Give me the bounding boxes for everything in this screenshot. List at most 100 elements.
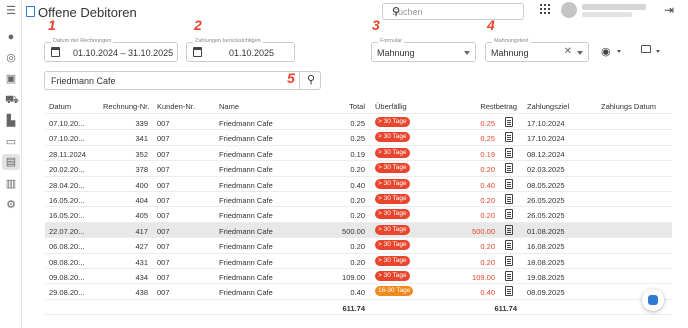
chart-icon[interactable]: ▥ xyxy=(5,178,17,190)
header-payment-date[interactable]: Zahlungs Datum xyxy=(601,102,656,111)
cell-date: 28.04.20... xyxy=(49,180,85,190)
table-row[interactable]: 07.10.20... 339 007 Friedmann Cafe 0.25 > 30 … xyxy=(45,115,672,131)
overdue-badge: > 30 Tage xyxy=(375,178,410,189)
factory-icon[interactable]: ▙ xyxy=(5,115,17,127)
menu-icon[interactable]: ☰ xyxy=(5,5,17,17)
chevron-down-icon[interactable] xyxy=(656,50,660,53)
reminder-text-select[interactable]: Mahnungstext Mahnung ✕ xyxy=(485,38,589,62)
logout-icon[interactable]: ⇥ xyxy=(664,3,674,17)
settings-icon[interactable]: ⚙ xyxy=(5,199,17,211)
overdue-badge: > 30 Tage xyxy=(375,163,410,174)
customer-filter-input[interactable]: Friedmann Cafe ⚲ xyxy=(44,71,321,90)
overdue-badge: > 30 Tage xyxy=(375,240,410,251)
table-row[interactable]: 09.08.20... 434 007 Friedmann Cafe 109.00 > 3… xyxy=(45,269,672,285)
cell-name: Friedmann Cafe xyxy=(219,242,273,252)
form-select-label: Formular xyxy=(378,38,405,44)
form-select-value: Mahnung xyxy=(377,48,415,58)
date-range-field[interactable]: Datum der Rechnungen 01.10.2024 – 31.10.… xyxy=(44,38,178,62)
table-row[interactable]: 20.02.20... 378 007 Friedmann Cafe 0.20 > 30 … xyxy=(45,161,672,177)
table-row[interactable]: 22.07.20... 417 007 Friedmann Cafe 500.00 > 3… xyxy=(45,222,672,239)
overdue-badge: > 30 Tage xyxy=(375,194,410,204)
header-invoice-no[interactable]: Rechnung-Nr. xyxy=(103,102,149,111)
document-icon[interactable] xyxy=(505,132,513,143)
search-icon[interactable]: ⚲ xyxy=(392,5,516,18)
cell-date: 20.02.20... xyxy=(49,165,85,175)
table-row[interactable]: 28.11.2024 352 007 Friedmann Cafe 0.19 > 30 T… xyxy=(45,146,672,162)
reminder-text-label: Mahnungstext xyxy=(492,38,531,44)
cell-invoice-no: 431 xyxy=(135,257,148,267)
chat-bot-button[interactable] xyxy=(642,289,664,311)
cell-customer-no: 007 xyxy=(157,257,170,267)
chevron-down-icon[interactable] xyxy=(577,51,583,55)
cell-total: 109.00 xyxy=(342,273,365,282)
table-row[interactable]: 29.08.20... 438 007 Friedmann Cafe 0.40 16-30… xyxy=(45,284,672,300)
document-icon[interactable] xyxy=(505,194,513,204)
header-total[interactable]: Total xyxy=(305,102,365,111)
document-icon[interactable] xyxy=(505,255,513,266)
cell-date: 08.08.20... xyxy=(49,257,85,267)
table-row[interactable]: 16.05.20... 404 007 Friedmann Cafe 0.20 > 30 … xyxy=(45,192,672,208)
document-icon[interactable] xyxy=(505,240,513,251)
clipboard-icon[interactable]: ▤ xyxy=(2,154,20,170)
cell-customer-no: 007 xyxy=(157,165,170,175)
apps-grid-icon[interactable] xyxy=(540,4,551,15)
document-icon[interactable] xyxy=(505,209,513,220)
document-icon[interactable] xyxy=(505,224,513,235)
face-scan-icon[interactable]: ◎ xyxy=(5,52,17,64)
briefcase-icon[interactable]: ▣ xyxy=(5,73,17,85)
document-icon[interactable] xyxy=(505,271,513,281)
cart-icon[interactable]: ⛟ xyxy=(5,94,19,106)
table-row[interactable]: 28.04.20... 400 007 Friedmann Cafe 0.40 > 30 … xyxy=(45,177,672,192)
cell-rest: 109.00 xyxy=(472,273,495,282)
clear-icon[interactable]: ✕ xyxy=(564,46,572,57)
header-rest[interactable]: Restbetrag xyxy=(445,102,517,111)
document-icon[interactable] xyxy=(505,163,513,174)
document-icon[interactable] xyxy=(505,286,513,297)
cell-invoice-no: 405 xyxy=(135,211,148,221)
money-icon[interactable]: ▭ xyxy=(5,136,17,148)
chevron-down-icon[interactable] xyxy=(617,50,621,53)
cell-rest: 500.00 xyxy=(472,226,495,236)
header-overdue[interactable]: Überfällig xyxy=(375,102,407,111)
calendar-icon[interactable] xyxy=(193,47,202,57)
payments-date-field[interactable]: Zahlungen berücksichtigen 01.10.2025 xyxy=(186,38,295,62)
header-due-date[interactable]: Zahlungsziel xyxy=(527,102,569,111)
table-row[interactable]: 08.08.20... 431 007 Friedmann Cafe 0.20 > 30 … xyxy=(45,254,672,269)
user-icon[interactable]: ● xyxy=(5,31,17,43)
global-search[interactable]: Suchen ⚲ xyxy=(382,3,524,20)
table-row[interactable]: 07.10.20... 341 007 Friedmann Cafe 0.25 > 30 … xyxy=(45,130,672,146)
document-icon[interactable] xyxy=(505,178,513,189)
cell-total: 0.20 xyxy=(350,165,365,175)
overdue-badge: > 30 Tage xyxy=(375,209,410,220)
cell-customer-no: 007 xyxy=(157,211,170,221)
annotation-4: 4 xyxy=(487,17,495,33)
cell-rest: 0.25 xyxy=(480,119,495,128)
header-datum[interactable]: Datum xyxy=(49,102,71,111)
sidebar: ☰ ● ◎ ▣ ⛟ ▙ ▭ ▤ ▥ ⚙ xyxy=(0,0,22,328)
table-row[interactable]: 16.05.20... 405 007 Friedmann Cafe 0.20 > 30 … xyxy=(45,207,672,223)
avatar[interactable] xyxy=(561,2,577,18)
calendar-icon[interactable] xyxy=(51,47,60,57)
cell-customer-no: 007 xyxy=(157,149,170,159)
document-icon[interactable] xyxy=(505,147,513,158)
header-name[interactable]: Name xyxy=(219,102,239,111)
cell-rest: 0.40 xyxy=(480,288,495,298)
document-icon[interactable] xyxy=(505,117,513,127)
cell-rest: 0.20 xyxy=(480,257,495,267)
cell-invoice-no: 378 xyxy=(135,165,148,175)
cell-total: 0.20 xyxy=(350,196,365,205)
date-range-value: 01.10.2024 – 31.10.2025 xyxy=(73,48,174,58)
chevron-down-icon[interactable] xyxy=(464,51,470,55)
cell-rest: 0.20 xyxy=(480,211,495,221)
table-row[interactable]: 06.08.20... 427 007 Friedmann Cafe 0.20 > 30 … xyxy=(45,238,672,254)
cell-customer-no: 007 xyxy=(157,180,170,190)
header-customer-no[interactable]: Kunden-Nr. xyxy=(157,102,195,111)
user-name-blurred xyxy=(582,4,646,10)
document-icon xyxy=(26,6,35,17)
cell-total: 0.20 xyxy=(350,242,365,252)
mail-send-icon[interactable] xyxy=(641,45,651,53)
eye-icon[interactable]: ◉ xyxy=(601,45,611,58)
search-icon[interactable]: ⚲ xyxy=(307,73,315,86)
form-select[interactable]: Formular Mahnung xyxy=(371,38,476,62)
cell-customer-no: 007 xyxy=(157,288,170,298)
